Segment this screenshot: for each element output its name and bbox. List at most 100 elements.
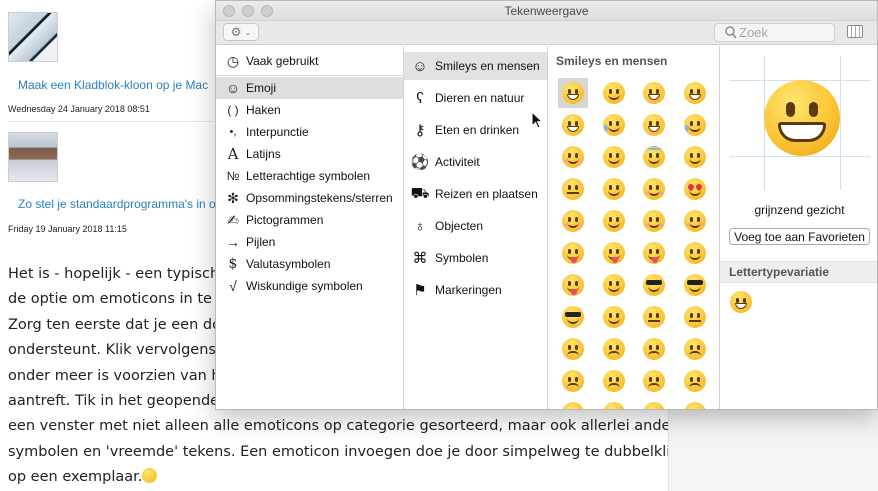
category-bullets-stars[interactable]: ✻ Opsommingstekens/sterren — [216, 187, 403, 209]
emoji-face-icon — [683, 114, 706, 136]
category-emoji[interactable]: ☺ Emoji — [216, 77, 403, 99]
emoji-cell[interactable] — [680, 302, 710, 332]
emoji-face-icon — [683, 242, 706, 264]
add-to-favorites-button[interactable]: Voeg toe aan Favorieten — [729, 228, 870, 245]
emoji-cell[interactable] — [639, 270, 669, 300]
numero-icon: № — [226, 169, 240, 183]
bulb-icon: ♁ — [414, 217, 426, 235]
emoji-cell[interactable] — [599, 78, 629, 108]
emoji-cell[interactable] — [558, 270, 588, 300]
emoji-cell[interactable] — [599, 238, 629, 268]
emoji-cell[interactable] — [558, 302, 588, 332]
emoji-cell[interactable] — [558, 398, 588, 409]
article-thumbnail[interactable] — [8, 132, 58, 182]
subcategory-activity[interactable]: ⚽ Activiteit — [404, 148, 547, 176]
article-link[interactable]: Zo stel je standaardprogramma's in o — [18, 197, 216, 211]
gear-icon: ⚙ — [230, 25, 242, 39]
emoji-cell[interactable] — [680, 142, 710, 172]
emoji-cell[interactable] — [558, 174, 588, 204]
emoji-cell[interactable] — [639, 238, 669, 268]
subcategory-label: Activiteit — [435, 155, 480, 169]
emoji-cell[interactable] — [680, 110, 710, 140]
emoji-cell[interactable] — [558, 142, 588, 172]
subcategory-food-drink[interactable]: ⚷ Eten en drinken — [404, 116, 547, 144]
subcategory-objects[interactable]: ♁ Objecten — [404, 212, 547, 240]
subcategory-animals-nature[interactable]: ʕ Dieren en natuur — [404, 84, 547, 112]
article-link[interactable]: Maak een Kladblok-kloon op je Mac — [18, 78, 208, 92]
character-preview-panel: grijnzend gezicht Voeg toe aan Favoriete… — [720, 46, 877, 409]
emoji-cell[interactable] — [599, 174, 629, 204]
subcategory-travel-places[interactable]: ⛟ Reizen en plaatsen — [404, 180, 547, 208]
emoji-cell[interactable] — [599, 206, 629, 236]
emoji-cell[interactable] — [639, 142, 669, 172]
emoji-cell[interactable] — [680, 366, 710, 396]
emoji-cell[interactable] — [680, 398, 710, 409]
window-title: Tekenweergave — [504, 4, 589, 18]
grinning-face-preview-icon — [764, 80, 840, 156]
character-grid-toggle-icon[interactable] — [847, 25, 863, 38]
emoji-cell[interactable] — [680, 270, 710, 300]
category-label: Wiskundige symbolen — [246, 279, 363, 293]
emoji-face-icon — [562, 178, 584, 200]
emoji-cell[interactable] — [680, 334, 710, 364]
character-name: grijnzend gezicht — [754, 203, 845, 217]
emoji-cell[interactable] — [599, 398, 629, 409]
ball-icon: ⚽ — [410, 154, 430, 171]
category-pictographs[interactable]: ✍ Pictogrammen — [216, 209, 403, 231]
emoji-face-icon — [683, 370, 706, 392]
emoji-cell[interactable] — [599, 366, 629, 396]
emoji-face-icon — [602, 274, 625, 296]
emoji-cell[interactable] — [558, 110, 588, 140]
emoji-cell[interactable] — [639, 206, 669, 236]
category-frequently-used[interactable]: ◷ Vaak gebruikt — [216, 50, 403, 72]
emoji-cell[interactable] — [639, 366, 669, 396]
emoji-cell[interactable] — [639, 334, 669, 364]
subcategory-label: Markeringen — [435, 283, 502, 297]
font-variation-item[interactable] — [730, 291, 752, 313]
pictogram-icon: ✍ — [227, 211, 239, 228]
emoji-cell[interactable] — [558, 206, 588, 236]
category-brackets[interactable]: ( ) Haken — [216, 99, 403, 121]
emoji-cell[interactable] — [639, 110, 669, 140]
category-label: Pijlen — [246, 235, 276, 249]
subcategory-symbols[interactable]: ⌘ Symbolen — [404, 244, 547, 272]
category-latin[interactable]: A Latijns — [216, 143, 403, 165]
emoji-face-icon — [562, 306, 584, 328]
emoji-cell[interactable] — [680, 238, 710, 268]
emoji-cell[interactable] — [599, 270, 629, 300]
emoji-cell[interactable] — [558, 366, 588, 396]
emoji-face-icon — [643, 242, 665, 264]
emoji-cell[interactable] — [599, 302, 629, 332]
emoji-cell[interactable] — [680, 206, 710, 236]
emoji-cell[interactable] — [558, 334, 588, 364]
emoji-cell[interactable] — [639, 174, 669, 204]
emoji-cell[interactable] — [599, 110, 629, 140]
category-letterlike-symbols[interactable]: № Letterachtige symbolen — [216, 165, 403, 187]
article-thumbnail[interactable] — [8, 12, 58, 62]
emoji-cell[interactable] — [599, 142, 629, 172]
subcategory-smileys-people[interactable]: ☺ Smileys en mensen — [404, 52, 547, 80]
emoji-cell[interactable] — [680, 78, 710, 108]
title-bar[interactable]: Tekenweergave — [216, 1, 877, 21]
category-math-symbols[interactable]: √ Wiskundige symbolen — [216, 275, 403, 297]
subcategory-label: Objecten — [435, 219, 484, 233]
article-date: Friday 19 January 2018 11:15 — [8, 224, 127, 234]
emoji-face-icon — [602, 242, 625, 264]
search-field[interactable]: Zoek — [714, 23, 835, 42]
emoji-cell[interactable] — [639, 302, 669, 332]
emoji-face-icon — [562, 210, 584, 232]
subcategory-label: Dieren en natuur — [435, 91, 525, 105]
emoji-cell[interactable] — [680, 174, 710, 204]
category-currency-symbols[interactable]: $ Valutasymbolen — [216, 253, 403, 275]
emoji-cell[interactable] — [558, 78, 588, 108]
category-arrows[interactable]: → Pijlen — [216, 231, 403, 253]
car-icon: ⛟ — [410, 184, 430, 202]
category-label: Vaak gebruikt — [246, 54, 319, 68]
subcategory-flags[interactable]: ⚑ Markeringen — [404, 276, 547, 304]
emoji-cell[interactable] — [639, 78, 669, 108]
category-punctuation[interactable]: •, Interpunctie — [216, 121, 403, 143]
emoji-cell[interactable] — [639, 398, 669, 409]
emoji-cell[interactable] — [599, 334, 629, 364]
emoji-cell[interactable] — [558, 238, 588, 268]
settings-menu-button[interactable]: ⚙ ⌄ — [223, 23, 259, 41]
